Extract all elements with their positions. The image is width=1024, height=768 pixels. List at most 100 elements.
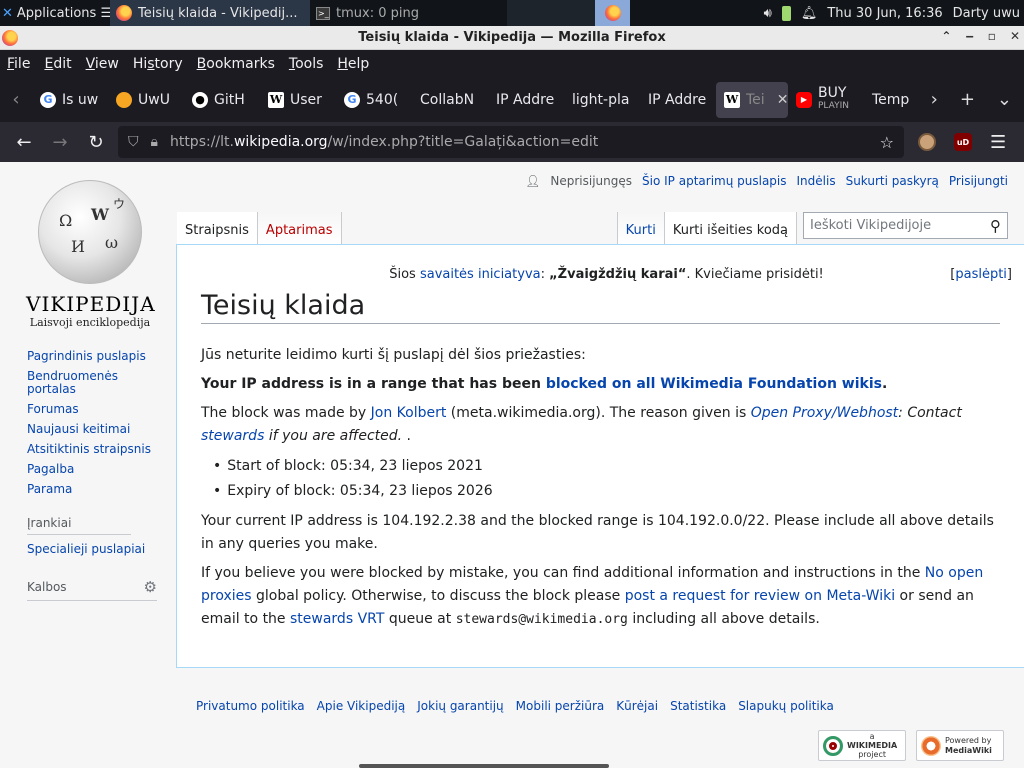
sidebar-item-special-pages[interactable]: Specialieji puslapiai	[27, 543, 167, 556]
url-bar[interactable]: ⛉ 🔒︎ https://lt.wikipedia.org/w/index.ph…	[118, 126, 904, 158]
notification-bell-icon[interactable]: 🔔︎	[801, 6, 818, 21]
login-link[interactable]: Prisijungti	[949, 174, 1008, 188]
footer-link[interactable]: Privatumo politika	[196, 699, 305, 713]
ip-talk-link[interactable]: Šio IP aptarimų puslapis	[642, 174, 786, 188]
search-input[interactable]: Ieškoti Vikipedijoje ⚲	[803, 212, 1008, 239]
menu-accesskey: B	[196, 55, 207, 72]
collapse-icon[interactable]: ⌃	[941, 29, 951, 43]
menu-item[interactable]: File	[7, 56, 30, 72]
content-area: Šios savaitės iniciatyva: „Žvaigždžių ka…	[176, 244, 1024, 668]
back-icon[interactable]: ←	[6, 132, 42, 153]
browser-tab[interactable]: G Is uw	[32, 82, 108, 118]
shield-icon[interactable]: ⛉	[128, 134, 139, 150]
taskbar-terminal[interactable]: >_ tmux: 0 ping	[310, 0, 507, 26]
stewards-vrt-link[interactable]: stewards VRT	[290, 611, 384, 627]
workspace-firefox[interactable]	[595, 0, 630, 26]
meta-review-link[interactable]: post a request for review on Meta-Wiki	[625, 588, 895, 604]
menu-item[interactable]: Tools	[289, 56, 324, 72]
tab-edit[interactable]: Kurti	[616, 212, 665, 244]
tab-title: light-pla	[572, 91, 630, 108]
url-text[interactable]: https://lt.wikipedia.org/w/index.php?tit…	[170, 134, 868, 150]
browser-tab[interactable]: CollabN	[412, 82, 488, 118]
clock[interactable]: Thu 30 Jun, 16:36	[827, 6, 942, 21]
battery-icon[interactable]	[781, 5, 791, 21]
search-icon[interactable]: ⚲	[990, 217, 1001, 235]
minimize-icon[interactable]: ‒	[965, 29, 973, 43]
browser-tab[interactable]: IP Addre	[488, 82, 564, 118]
menu-item[interactable]: Bookmarks	[197, 56, 275, 72]
menu-item[interactable]: Help	[337, 56, 369, 72]
tabs-scroll-left-icon[interactable]: ‹	[0, 89, 32, 110]
menu-item[interactable]: Edit	[44, 56, 71, 72]
sidebar-nav-link[interactable]: Bendruomenės portalas	[27, 370, 167, 396]
gear-icon[interactable]: ⚙	[144, 578, 157, 596]
browser-tab[interactable]: light-pla	[564, 82, 640, 118]
browser-tab[interactable]: ● GitH	[184, 82, 260, 118]
open-proxy-link[interactable]: Open Proxy/Webhost	[751, 405, 898, 421]
footer-link[interactable]: Jokių garantijų	[417, 699, 503, 713]
tab-article[interactable]: Straipsnis	[177, 212, 258, 244]
menu-label: ookmarks	[206, 55, 275, 72]
taskbar-firefox[interactable]: Teisių klaida - Vikipedij...	[110, 0, 310, 26]
tab-title: CollabN	[420, 91, 475, 108]
footer-link[interactable]: Apie Vikipediją	[317, 699, 406, 713]
sidebar-nav-link[interactable]: Pagrindinis puslapis	[27, 350, 167, 363]
notice-text: :	[540, 267, 550, 282]
hide-notice-link[interactable]: paslėpti	[955, 267, 1007, 282]
create-account-link[interactable]: Sukurti paskyrą	[846, 174, 939, 188]
global-block-link[interactable]: blocked on all Wikimedia Foundation wiki…	[546, 376, 882, 392]
browser-tab[interactable]: Temp	[864, 82, 914, 118]
window-titlebar[interactable]: Teisių klaida - Vikipedija — Mozilla Fir…	[0, 26, 1024, 50]
lock-icon[interactable]: 🔒︎	[151, 134, 158, 150]
tab-title: Tei	[746, 91, 765, 108]
menu-label: ools	[295, 55, 324, 72]
extension-avatar-icon[interactable]	[918, 133, 936, 151]
hamburger-menu-icon[interactable]: ☰	[990, 132, 1006, 153]
footer-link[interactable]: Slapukų politika	[738, 699, 834, 713]
system-tray: 🔊︎ 🔔︎ Thu 30 Jun, 16:36 Darty uwu	[764, 5, 1024, 21]
sidebar-nav-link[interactable]: Forumas	[27, 403, 167, 416]
bookmark-star-icon[interactable]: ☆	[880, 133, 894, 152]
footer-link[interactable]: Statistika	[670, 699, 726, 713]
browser-tab[interactable]: W User	[260, 82, 336, 118]
forward-icon[interactable]: →	[42, 132, 78, 153]
close-tab-icon[interactable]: ✕	[777, 92, 788, 108]
user-menu[interactable]: Darty uwu	[953, 6, 1020, 21]
sidebar-nav-link[interactable]: Pagalba	[27, 463, 167, 476]
sidebar-nav-link[interactable]: Parama	[27, 483, 167, 496]
browser-tab[interactable]: IP Addre	[640, 82, 716, 118]
wikimedia-project-badge[interactable]: a WIKIMEDIA project	[818, 730, 906, 761]
menu-item[interactable]: History	[133, 56, 183, 72]
menu-item[interactable]: View	[86, 56, 119, 72]
sidebar-nav-link[interactable]: Naujausi keitimai	[27, 423, 167, 436]
languages-label: Kalbos	[27, 580, 67, 594]
wiki-logo[interactable]: Ω W И ω ウ VIKIPEDIJA Laisvoji encikloped…	[26, 180, 155, 329]
sidebar-nav-link[interactable]: Atsitiktinis straipsnis	[27, 443, 167, 456]
tab-view-source[interactable]: Kurti išeities kodą	[664, 212, 797, 244]
stewards-link[interactable]: stewards	[201, 428, 264, 444]
volume-icon[interactable]: 🔊︎	[764, 6, 772, 21]
tabs-scroll-right-icon[interactable]: ›	[931, 89, 938, 110]
browser-tab[interactable]: G 540(	[336, 82, 412, 118]
page-tabs: Straipsnis Aptarimas Kurti Kurti išeitie…	[177, 212, 1008, 244]
applications-menu[interactable]: ✕ Applications ☰	[0, 0, 110, 26]
browser-tab[interactable]: UwU	[108, 82, 184, 118]
list-all-tabs-icon[interactable]: ⌄	[997, 89, 1012, 110]
maximize-icon[interactable]: ▫	[988, 29, 996, 43]
browser-tab[interactable]: ▶ BUY PLAYIN	[788, 82, 864, 118]
ublock-origin-icon[interactable]: uD	[954, 133, 972, 151]
weekly-initiative-link[interactable]: savaitės iniciatyva	[420, 267, 541, 282]
contributions-link[interactable]: Indėlis	[797, 174, 836, 188]
page-title: Teisių klaida	[201, 290, 1000, 324]
footer-link[interactable]: Mobili peržiūra	[516, 699, 605, 713]
menu-label: ile	[14, 55, 31, 72]
browser-tab[interactable]: W Tei ✕	[716, 81, 788, 118]
blocker-user-link[interactable]: Jon Kolbert	[371, 405, 447, 421]
reload-icon[interactable]: ↻	[78, 132, 114, 153]
footer-link[interactable]: Kūrėjai	[616, 699, 658, 713]
tab-talk[interactable]: Aptarimas	[257, 212, 342, 244]
close-icon[interactable]: ✕	[1010, 29, 1020, 43]
horizontal-scrollbar[interactable]	[359, 764, 609, 768]
powered-by-mediawiki-badge[interactable]: Powered by MediaWiki	[916, 730, 1004, 761]
new-tab-icon[interactable]: +	[960, 89, 975, 110]
